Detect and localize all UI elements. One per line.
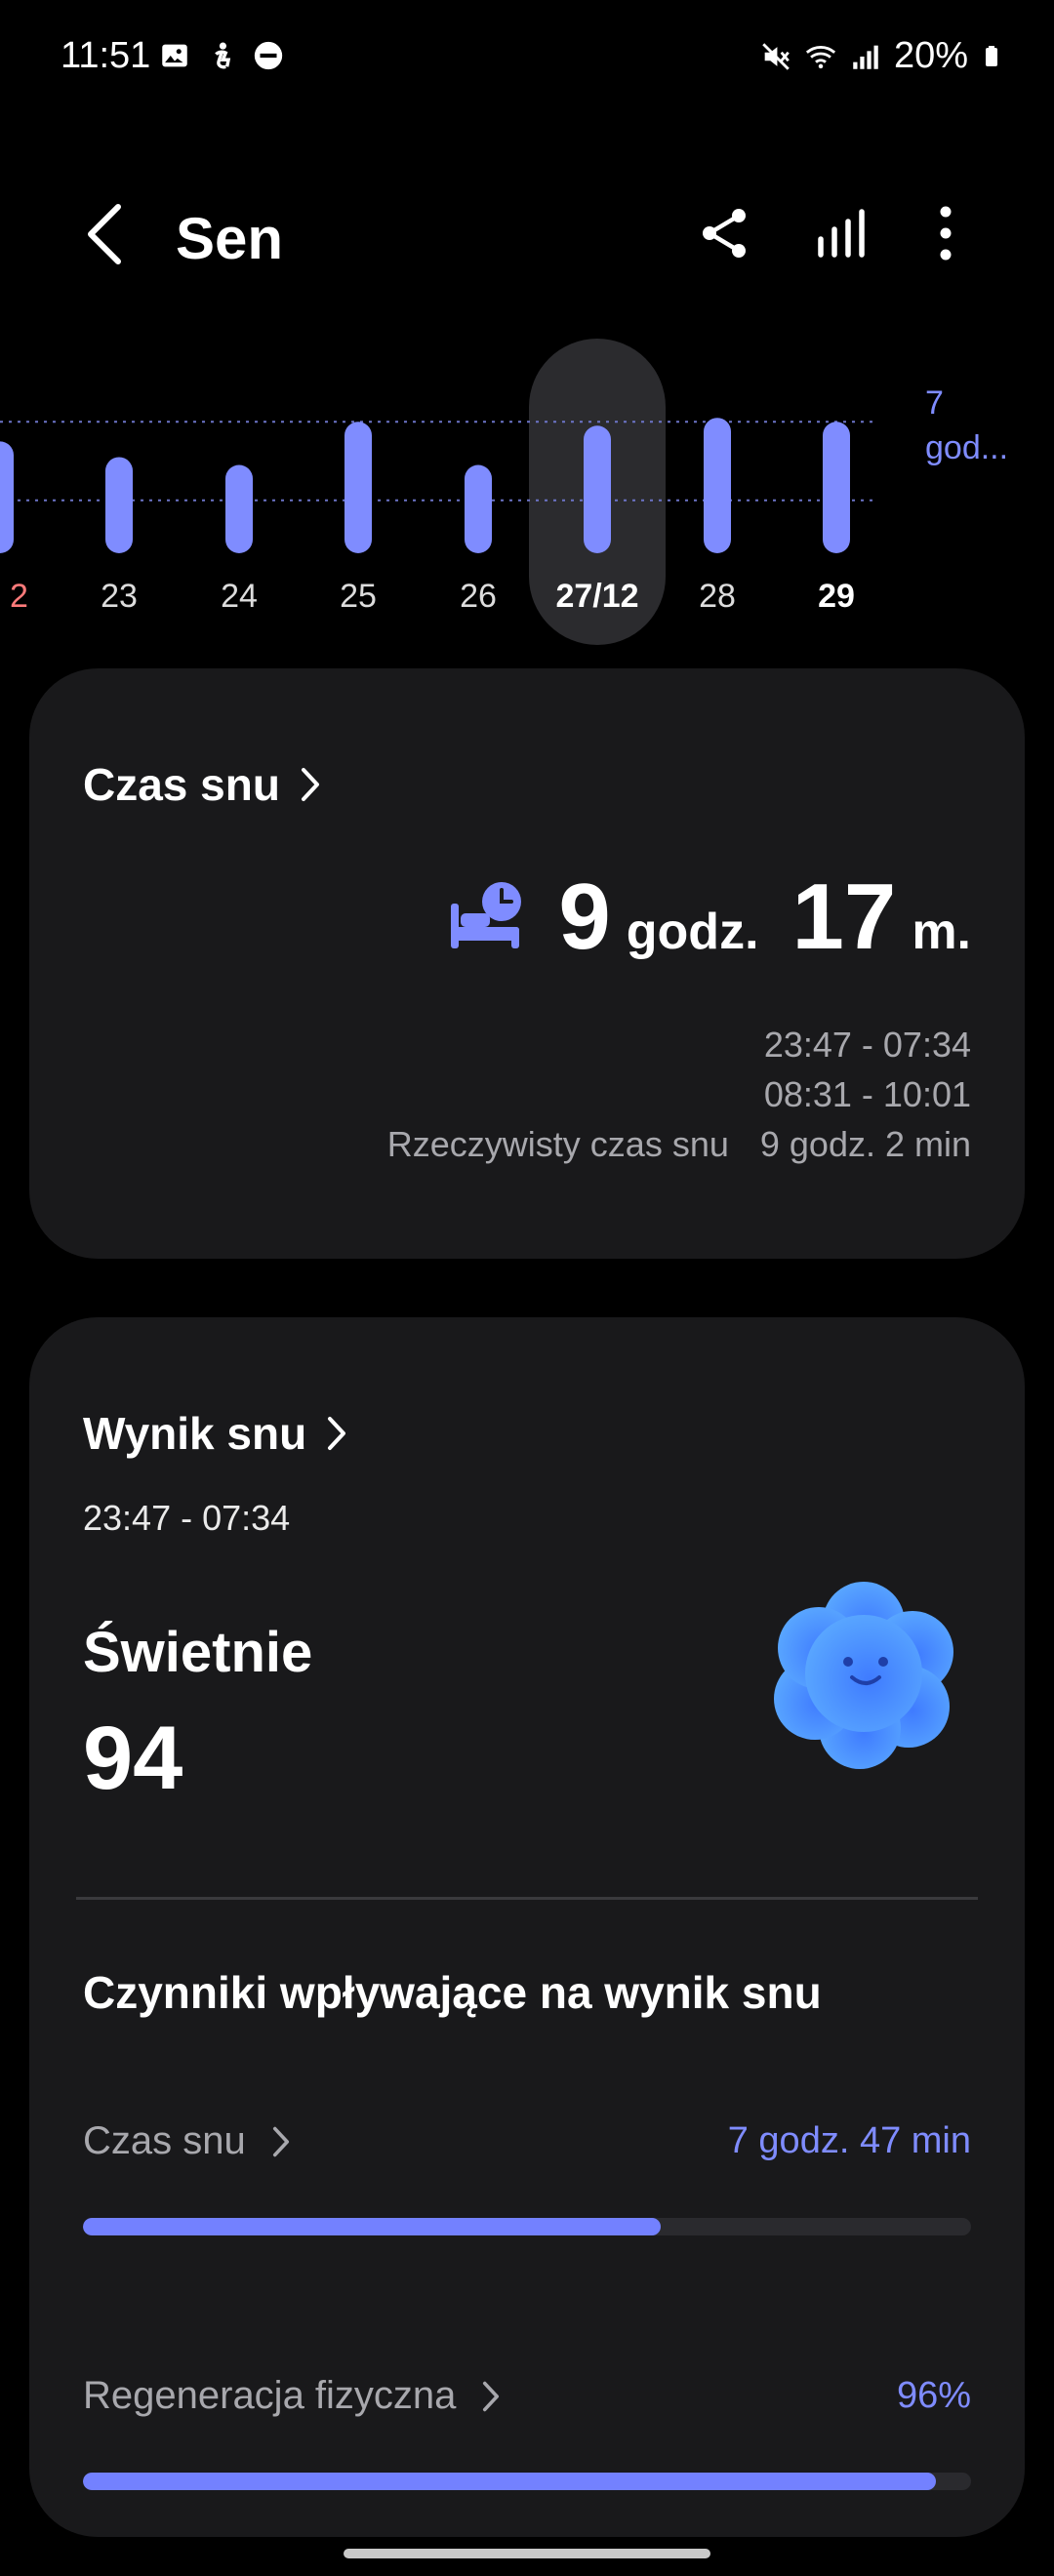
day-label[interactable]: 24 [221,578,258,615]
section-divider [76,1897,978,1900]
battery-icon [986,45,997,66]
day-label[interactable]: 29 [818,578,855,615]
status-bar: 11:51 20% [0,0,1054,117]
sleep-bar[interactable] [704,418,731,553]
factor-progress-bar [83,2473,971,2490]
notification-icons [158,39,285,72]
gallery-icon [162,44,187,67]
sleep-time-title: Czas snu [83,759,280,810]
factor-progress-bar [83,2218,971,2235]
sleep-score-header[interactable]: Wynik snu [83,1407,347,1460]
share-button[interactable] [691,199,759,267]
factor-value: 7 godz. 47 min [727,2120,971,2161]
accessibility-icon [215,42,231,69]
bar-chart-icon [818,209,865,258]
sleep-hours-unit: godz. [626,904,759,960]
system-status: 20% [759,35,1003,77]
chart-reference-label: 7 god... [925,381,1008,470]
chart-reference-unit: god... [925,429,1009,466]
factor-value: 96% [896,2375,971,2416]
factors-title: Czynniki wpływające na wynik snu [83,1967,822,2018]
sleep-bar[interactable] [823,422,850,553]
day-label[interactable]: 25 [340,578,377,615]
sleep-time-card[interactable]: Czas snu 9 godz. 17 m. 23:47 - 07:34 08:… [29,668,1025,1259]
day-label[interactable]: 27/12 [555,578,638,615]
chevron-right-icon [483,2381,500,2411]
sleep-bar[interactable] [465,464,492,553]
page-title: Sen [176,206,284,271]
sleep-score-card: Wynik snu 23:47 - 07:34 Świetnie 94 Czyn… [29,1317,1025,2537]
factor-name: Regeneracja fizyczna [83,2374,501,2418]
day-label[interactable]: 26 [460,578,497,615]
app-bar: Sen [0,176,1054,293]
trends-button[interactable] [808,199,876,267]
sleep-bar[interactable] [0,441,14,553]
sleep-bar[interactable] [345,422,372,553]
day-label[interactable]: 2 [10,578,28,615]
sleep-range-2: 08:31 - 10:01 [763,1074,971,1114]
factor-name: Czas snu [83,2119,291,2163]
sleep-minutes: 17 [791,865,897,969]
share-icon [703,209,746,258]
sleep-time-header[interactable]: Czas snu [83,758,321,811]
happy-cloud-icon [774,1582,953,1769]
mute-icon [762,42,790,70]
sleep-bar[interactable] [584,425,611,553]
actual-sleep-row: Rzeczywisty czas snu 9 godz. 2 min [387,1119,971,1169]
day-label[interactable]: 23 [101,578,138,615]
sleep-bar[interactable] [225,464,253,553]
wifi-icon [805,45,836,68]
day-label[interactable]: 28 [699,578,736,615]
back-button[interactable] [70,195,139,273]
sleep-details: 23:47 - 07:34 08:31 - 10:01 Rzeczywisty … [387,1020,971,1169]
sleep-bar-chart: 2 23 24 25 26 27/12 28 29 [0,339,878,645]
sleep-score-label: Świetnie [83,1621,313,1684]
home-indicator[interactable] [344,2549,710,2558]
factor-sleep-time[interactable]: Czas snu 7 godz. 47 min [83,2119,971,2235]
factor-progress-fill [83,2473,936,2490]
daily-sleep-chart: 2 23 24 25 26 27/12 28 29 7 god... [0,332,1054,654]
sleep-score-range: 23:47 - 07:34 [83,1498,291,1538]
more-vertical-icon [940,206,952,261]
status-time: 11:51 [61,35,151,76]
sleep-range: 23:47 - 07:34 [387,1020,971,1069]
sleep-hours: 9 [558,865,611,969]
chart-reference-value: 7 [925,384,944,422]
sleep-total: 9 godz. 17 m. [447,864,971,971]
sleep-bar[interactable] [105,457,133,553]
bed-clock-icon [451,882,522,948]
sleep-score-title: Wynik snu [83,1408,307,1459]
signal-icon [853,45,878,69]
factor-physical-recovery[interactable]: Regeneracja fizyczna 96% [83,2374,971,2490]
chevron-right-icon [328,1417,346,1450]
sleep-minutes-unit: m. [912,904,971,960]
chevron-right-icon [301,768,319,801]
factor-progress-fill [83,2218,661,2235]
do-not-disturb-icon [254,41,283,70]
chevron-right-icon [272,2126,289,2156]
actual-sleep-label: Rzeczywisty czas snu [386,1124,729,1164]
chevron-left-icon [88,204,121,264]
sleep-score-value: 94 [83,1709,183,1808]
sleep-range: 08:31 - 10:01 [387,1069,971,1119]
battery-percentage: 20% [893,35,968,76]
factor-label: Czas snu [83,2119,246,2162]
sleep-range-1: 23:47 - 07:34 [763,1025,971,1065]
actual-sleep-value: 9 godz. 2 min [759,1124,971,1164]
factor-label: Regeneracja fizyczna [83,2374,457,2417]
more-options-button[interactable] [912,199,980,267]
